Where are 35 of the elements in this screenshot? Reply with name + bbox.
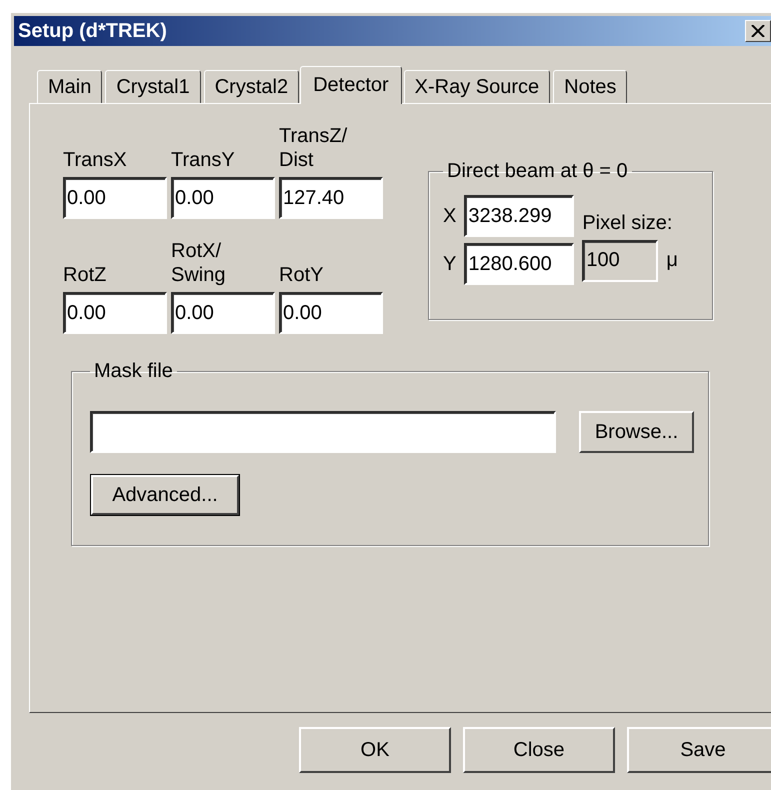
field-label: TransZ/ Dist xyxy=(279,124,348,172)
window-title: Setup (d*TREK) xyxy=(18,20,167,42)
input-field[interactable]: 0.00 xyxy=(279,292,383,334)
advanced-button[interactable]: Advanced... xyxy=(91,475,239,515)
field-label: X xyxy=(443,204,456,228)
dialog-button[interactable]: OK xyxy=(299,727,451,773)
field-label: Pixel size: xyxy=(582,210,674,234)
tab[interactable]: Crystal2 xyxy=(204,70,300,103)
tab[interactable]: X-Ray Source xyxy=(404,70,550,103)
tab[interactable]: Notes xyxy=(553,70,628,103)
input-field[interactable]: 3238.299 xyxy=(464,195,574,237)
close-button[interactable] xyxy=(745,20,771,42)
field-label: TransX xyxy=(63,148,128,172)
input-field[interactable]: 1280.600 xyxy=(464,243,574,285)
input-field[interactable] xyxy=(90,411,556,453)
field-label: RotY xyxy=(279,263,324,287)
dialog-button[interactable]: Close xyxy=(463,727,615,773)
input-field[interactable]: 0.00 xyxy=(171,292,275,334)
field-label: TransY xyxy=(171,148,236,172)
input-field[interactable]: 0.00 xyxy=(63,292,167,334)
tab[interactable]: Detector xyxy=(300,66,402,104)
browse-button[interactable]: Browse... xyxy=(579,411,694,453)
field-label: RotX/ Swing xyxy=(171,239,226,287)
tab[interactable]: Main xyxy=(37,70,102,103)
field-label: Y xyxy=(443,252,456,276)
input-field[interactable]: 0.00 xyxy=(63,177,167,219)
field-label: RotZ xyxy=(63,263,108,287)
dialog-button[interactable]: Save xyxy=(627,727,771,773)
group-title: Direct beam at θ = 0 xyxy=(446,160,629,183)
group-title: Mask file xyxy=(93,360,174,383)
tab[interactable]: Crystal1 xyxy=(105,70,201,103)
input-field[interactable]: 127.40 xyxy=(279,177,383,219)
unit-label: μ xyxy=(666,249,678,272)
input-field[interactable]: 0.00 xyxy=(171,177,275,219)
close-icon xyxy=(751,25,765,37)
